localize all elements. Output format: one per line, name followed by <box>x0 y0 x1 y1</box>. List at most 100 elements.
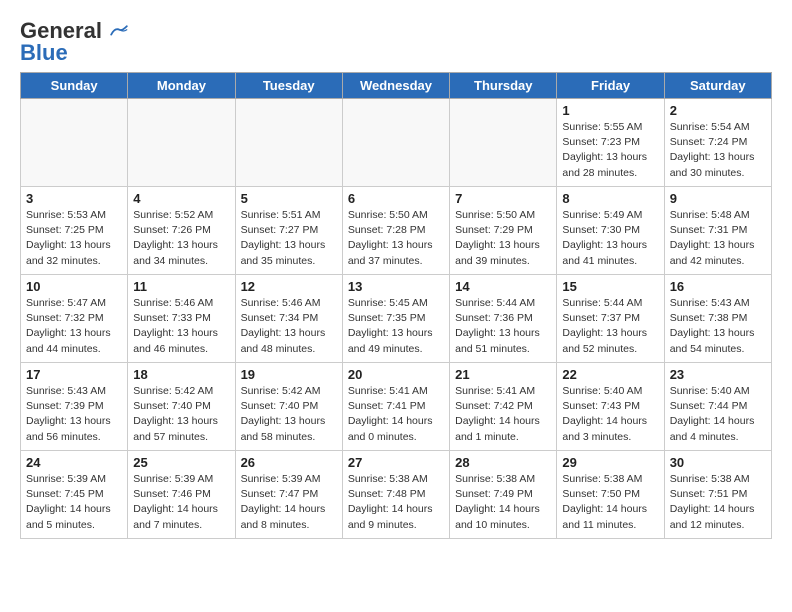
day-info: Sunrise: 5:52 AM Sunset: 7:26 PM Dayligh… <box>133 208 229 269</box>
day-info: Sunrise: 5:44 AM Sunset: 7:36 PM Dayligh… <box>455 296 551 357</box>
day-number: 1 <box>562 103 658 118</box>
day-number: 18 <box>133 367 229 382</box>
day-info: Sunrise: 5:40 AM Sunset: 7:44 PM Dayligh… <box>670 384 766 445</box>
day-number: 6 <box>348 191 444 206</box>
day-number: 19 <box>241 367 337 382</box>
calendar-cell: 26 Sunrise: 5:39 AM Sunset: 7:47 PM Dayli… <box>235 451 342 539</box>
day-info: Sunrise: 5:50 AM Sunset: 7:29 PM Dayligh… <box>455 208 551 269</box>
day-number: 11 <box>133 279 229 294</box>
day-info: Sunrise: 5:38 AM Sunset: 7:50 PM Dayligh… <box>562 472 658 533</box>
calendar-cell: 7 Sunrise: 5:50 AM Sunset: 7:29 PM Daylig… <box>450 187 557 275</box>
day-number: 21 <box>455 367 551 382</box>
logo-blue: Blue <box>20 42 68 64</box>
day-info: Sunrise: 5:45 AM Sunset: 7:35 PM Dayligh… <box>348 296 444 357</box>
day-number: 15 <box>562 279 658 294</box>
day-number: 2 <box>670 103 766 118</box>
day-number: 4 <box>133 191 229 206</box>
day-info: Sunrise: 5:44 AM Sunset: 7:37 PM Dayligh… <box>562 296 658 357</box>
day-info: Sunrise: 5:42 AM Sunset: 7:40 PM Dayligh… <box>133 384 229 445</box>
calendar-cell: 24 Sunrise: 5:39 AM Sunset: 7:45 PM Dayli… <box>21 451 128 539</box>
calendar-cell: 4 Sunrise: 5:52 AM Sunset: 7:26 PM Daylig… <box>128 187 235 275</box>
day-number: 14 <box>455 279 551 294</box>
day-info: Sunrise: 5:46 AM Sunset: 7:33 PM Dayligh… <box>133 296 229 357</box>
page-header: General Blue <box>20 16 772 64</box>
calendar-cell: 13Sunrise: 5:45 AM Sunset: 7:35 PM Dayli… <box>342 275 449 363</box>
calendar-cell: 29 Sunrise: 5:38 AM Sunset: 7:50 PM Dayli… <box>557 451 664 539</box>
calendar-cell: 8 Sunrise: 5:49 AM Sunset: 7:30 PM Daylig… <box>557 187 664 275</box>
calendar-cell: 5 Sunrise: 5:51 AM Sunset: 7:27 PM Daylig… <box>235 187 342 275</box>
calendar-cell: 16 Sunrise: 5:43 AM Sunset: 7:38 PM Dayli… <box>664 275 771 363</box>
day-number: 7 <box>455 191 551 206</box>
calendar-cell: 27 Sunrise: 5:38 AM Sunset: 7:48 PM Dayli… <box>342 451 449 539</box>
day-info: Sunrise: 5:39 AM Sunset: 7:47 PM Dayligh… <box>241 472 337 533</box>
day-info: Sunrise: 5:55 AM Sunset: 7:23 PM Dayligh… <box>562 120 658 181</box>
day-number: 29 <box>562 455 658 470</box>
day-number: 8 <box>562 191 658 206</box>
calendar-cell: 25 Sunrise: 5:39 AM Sunset: 7:46 PM Dayli… <box>128 451 235 539</box>
logo: General Blue <box>20 16 128 64</box>
day-info: Sunrise: 5:41 AM Sunset: 7:41 PM Dayligh… <box>348 384 444 445</box>
day-info: Sunrise: 5:39 AM Sunset: 7:45 PM Dayligh… <box>26 472 122 533</box>
day-info: Sunrise: 5:43 AM Sunset: 7:38 PM Dayligh… <box>670 296 766 357</box>
calendar-cell: 6 Sunrise: 5:50 AM Sunset: 7:28 PM Daylig… <box>342 187 449 275</box>
day-info: Sunrise: 5:43 AM Sunset: 7:39 PM Dayligh… <box>26 384 122 445</box>
day-info: Sunrise: 5:40 AM Sunset: 7:43 PM Dayligh… <box>562 384 658 445</box>
day-number: 12 <box>241 279 337 294</box>
day-info: Sunrise: 5:53 AM Sunset: 7:25 PM Dayligh… <box>26 208 122 269</box>
calendar-week-row: 1 Sunrise: 5:55 AM Sunset: 7:23 PM Daylig… <box>21 99 772 187</box>
day-number: 17 <box>26 367 122 382</box>
calendar-week-row: 17 Sunrise: 5:43 AM Sunset: 7:39 PM Dayli… <box>21 363 772 451</box>
weekday-header-thursday: Thursday <box>450 73 557 99</box>
calendar-table: SundayMondayTuesdayWednesdayThursdayFrid… <box>20 72 772 539</box>
day-number: 5 <box>241 191 337 206</box>
calendar-cell: 9 Sunrise: 5:48 AM Sunset: 7:31 PM Daylig… <box>664 187 771 275</box>
day-number: 26 <box>241 455 337 470</box>
day-number: 28 <box>455 455 551 470</box>
calendar-cell: 2 Sunrise: 5:54 AM Sunset: 7:24 PM Daylig… <box>664 99 771 187</box>
calendar-cell <box>128 99 235 187</box>
day-number: 3 <box>26 191 122 206</box>
calendar-cell: 22Sunrise: 5:40 AM Sunset: 7:43 PM Dayli… <box>557 363 664 451</box>
day-number: 27 <box>348 455 444 470</box>
weekday-header-monday: Monday <box>128 73 235 99</box>
calendar-cell: 12 Sunrise: 5:46 AM Sunset: 7:34 PM Dayli… <box>235 275 342 363</box>
day-info: Sunrise: 5:39 AM Sunset: 7:46 PM Dayligh… <box>133 472 229 533</box>
day-number: 16 <box>670 279 766 294</box>
calendar-cell: 1 Sunrise: 5:55 AM Sunset: 7:23 PM Daylig… <box>557 99 664 187</box>
calendar-cell: 23Sunrise: 5:40 AM Sunset: 7:44 PM Dayli… <box>664 363 771 451</box>
weekday-header-row: SundayMondayTuesdayWednesdayThursdayFrid… <box>21 73 772 99</box>
day-info: Sunrise: 5:48 AM Sunset: 7:31 PM Dayligh… <box>670 208 766 269</box>
weekday-header-wednesday: Wednesday <box>342 73 449 99</box>
day-info: Sunrise: 5:42 AM Sunset: 7:40 PM Dayligh… <box>241 384 337 445</box>
calendar-week-row: 10 Sunrise: 5:47 AM Sunset: 7:32 PM Dayli… <box>21 275 772 363</box>
day-number: 25 <box>133 455 229 470</box>
calendar-week-row: 24 Sunrise: 5:39 AM Sunset: 7:45 PM Dayli… <box>21 451 772 539</box>
day-number: 30 <box>670 455 766 470</box>
day-number: 9 <box>670 191 766 206</box>
day-info: Sunrise: 5:50 AM Sunset: 7:28 PM Dayligh… <box>348 208 444 269</box>
weekday-header-friday: Friday <box>557 73 664 99</box>
calendar-cell: 11 Sunrise: 5:46 AM Sunset: 7:33 PM Dayli… <box>128 275 235 363</box>
calendar-cell: 18 Sunrise: 5:42 AM Sunset: 7:40 PM Dayli… <box>128 363 235 451</box>
calendar-cell <box>21 99 128 187</box>
day-info: Sunrise: 5:38 AM Sunset: 7:49 PM Dayligh… <box>455 472 551 533</box>
calendar-cell: 14 Sunrise: 5:44 AM Sunset: 7:36 PM Dayli… <box>450 275 557 363</box>
calendar-cell: 3 Sunrise: 5:53 AM Sunset: 7:25 PM Daylig… <box>21 187 128 275</box>
logo-bird-icon <box>110 24 128 38</box>
day-number: 24 <box>26 455 122 470</box>
day-info: Sunrise: 5:54 AM Sunset: 7:24 PM Dayligh… <box>670 120 766 181</box>
calendar-cell: 21 Sunrise: 5:41 AM Sunset: 7:42 PM Dayli… <box>450 363 557 451</box>
calendar-cell: 17 Sunrise: 5:43 AM Sunset: 7:39 PM Dayli… <box>21 363 128 451</box>
weekday-header-saturday: Saturday <box>664 73 771 99</box>
day-info: Sunrise: 5:38 AM Sunset: 7:48 PM Dayligh… <box>348 472 444 533</box>
day-info: Sunrise: 5:47 AM Sunset: 7:32 PM Dayligh… <box>26 296 122 357</box>
calendar-week-row: 3 Sunrise: 5:53 AM Sunset: 7:25 PM Daylig… <box>21 187 772 275</box>
logo-general: General <box>20 20 128 42</box>
day-info: Sunrise: 5:46 AM Sunset: 7:34 PM Dayligh… <box>241 296 337 357</box>
day-number: 10 <box>26 279 122 294</box>
day-info: Sunrise: 5:49 AM Sunset: 7:30 PM Dayligh… <box>562 208 658 269</box>
weekday-header-sunday: Sunday <box>21 73 128 99</box>
day-info: Sunrise: 5:51 AM Sunset: 7:27 PM Dayligh… <box>241 208 337 269</box>
day-number: 20 <box>348 367 444 382</box>
day-info: Sunrise: 5:41 AM Sunset: 7:42 PM Dayligh… <box>455 384 551 445</box>
